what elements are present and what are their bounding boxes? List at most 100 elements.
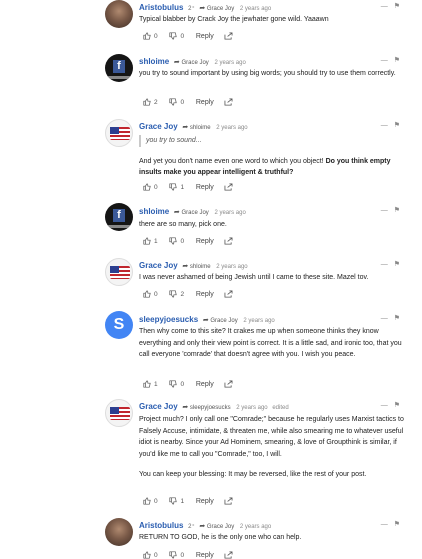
author-name[interactable]: Aristobulus	[139, 521, 183, 530]
thumbs-down-icon	[169, 497, 178, 505]
edited-label: edited	[272, 405, 289, 411]
downvote-button[interactable]: 0	[169, 237, 184, 245]
avatar[interactable]	[105, 0, 133, 28]
avatar[interactable]	[105, 119, 133, 147]
upvote-button[interactable]: 2	[143, 98, 158, 106]
reply-button[interactable]: Reply	[196, 291, 214, 298]
reply-button[interactable]: Reply	[196, 552, 214, 559]
reply-to[interactable]: ➦ Grace Joy	[199, 523, 234, 530]
timestamp[interactable]: 2 years ago	[240, 524, 271, 530]
timestamp[interactable]: 2 years ago	[216, 125, 247, 131]
author-name[interactable]: shloime	[139, 207, 169, 216]
reply-to[interactable]: ➦ Grace Joy	[203, 317, 238, 324]
comment-text: I was never ashamed of being Jewish unti…	[139, 274, 369, 281]
author-name[interactable]: Aristobulus	[139, 3, 183, 12]
collapse-icon[interactable]: —	[381, 122, 394, 129]
collapse-icon[interactable]: —	[381, 261, 394, 268]
upvote-button[interactable]: 0	[143, 551, 158, 559]
share-icon	[224, 551, 233, 559]
flag-icon[interactable]: ⚑	[394, 3, 406, 10]
comment-actions: 1 0 Reply	[143, 380, 233, 388]
reply-to[interactable]: ➦ sleepyjoesucks	[182, 404, 230, 411]
flag-icon[interactable]: ⚑	[394, 261, 406, 268]
share-button[interactable]	[224, 380, 233, 388]
upvote-button[interactable]: 0	[143, 32, 158, 40]
flag-icon[interactable]: ⚑	[394, 57, 406, 64]
author-name[interactable]: Grace Joy	[139, 122, 178, 131]
flag-icon[interactable]: ⚑	[394, 315, 406, 322]
downvote-button[interactable]: 0	[169, 32, 184, 40]
downvote-button[interactable]: 2	[169, 290, 184, 298]
downvote-button[interactable]: 1	[169, 183, 184, 191]
comment-controls: —⚑	[381, 206, 406, 214]
thumbs-up-icon	[143, 290, 151, 298]
collapse-icon[interactable]: —	[381, 3, 394, 10]
timestamp[interactable]: 2 years ago	[240, 6, 271, 12]
collapse-icon[interactable]: —	[381, 207, 394, 214]
upvote-button[interactable]: 0	[143, 497, 158, 505]
timestamp[interactable]: 2 years ago	[236, 405, 267, 411]
author-name[interactable]: shloime	[139, 57, 169, 66]
downvote-button[interactable]: 0	[169, 551, 184, 559]
share-icon	[224, 183, 233, 191]
comment-controls: —⚑	[381, 121, 406, 129]
share-button[interactable]	[224, 497, 233, 505]
flag-icon[interactable]: ⚑	[394, 521, 406, 528]
reply-arrow-icon: ➦	[199, 5, 206, 12]
collapse-icon[interactable]: —	[381, 521, 394, 528]
collapse-icon[interactable]: —	[381, 315, 394, 322]
reply-to[interactable]: ➦ Grace Joy	[173, 209, 209, 216]
upvote-button[interactable]: 0	[143, 290, 158, 298]
comment-actions: 2 0 Reply	[143, 98, 233, 106]
reply-button[interactable]: Reply	[196, 238, 214, 245]
avatar[interactable]	[105, 518, 133, 546]
timestamp[interactable]: 2 years ago	[214, 60, 245, 66]
flag-icon[interactable]: ⚑	[394, 207, 406, 214]
share-icon	[224, 237, 233, 245]
downvote-button[interactable]: 0	[169, 380, 184, 388]
flag-icon[interactable]: ⚑	[394, 122, 406, 129]
reply-button[interactable]: Reply	[196, 498, 214, 505]
upvote-button[interactable]: 0	[143, 183, 158, 191]
upvote-button[interactable]: 1	[143, 237, 158, 245]
comment-text: Typical blabber by Crack Joy the jewhate…	[139, 16, 329, 23]
avatar[interactable]: f	[105, 54, 133, 82]
author-name[interactable]: sleepyjoesucks	[139, 315, 198, 324]
reply-arrow-icon: ➦	[173, 59, 180, 66]
reply-button[interactable]: Reply	[196, 33, 214, 40]
share-button[interactable]	[224, 98, 233, 106]
share-button[interactable]	[224, 290, 233, 298]
reply-to[interactable]: ➦ Grace Joy	[173, 59, 209, 66]
comment-paragraph: You can keep your blessing: It may be re…	[139, 471, 367, 478]
collapse-icon[interactable]: —	[381, 57, 394, 64]
share-button[interactable]	[224, 237, 233, 245]
comment-text: you try to sound important by using big …	[139, 70, 396, 77]
thumbs-down-icon	[169, 380, 178, 388]
avatar[interactable]	[105, 399, 133, 427]
avatar[interactable]	[105, 258, 133, 286]
avatar[interactable]: f	[105, 203, 133, 231]
reply-arrow-icon: ➦	[173, 209, 180, 216]
flag-icon[interactable]: ⚑	[394, 402, 406, 409]
reply-button[interactable]: Reply	[196, 99, 214, 106]
upvote-button[interactable]: 1	[143, 380, 158, 388]
reply-to[interactable]: ➦ shloime	[182, 124, 210, 131]
reply-to[interactable]: ➦ shloime	[182, 263, 210, 270]
author-name[interactable]: Grace Joy	[139, 402, 178, 411]
thumbs-up-icon	[143, 380, 151, 388]
facebook-icon: f	[113, 60, 125, 73]
avatar[interactable]: S	[105, 311, 133, 339]
reply-to[interactable]: ➦ Grace Joy	[199, 5, 234, 12]
timestamp[interactable]: 2 years ago	[214, 210, 245, 216]
author-name[interactable]: Grace Joy	[139, 261, 178, 270]
collapse-icon[interactable]: —	[381, 402, 394, 409]
timestamp[interactable]: 2 years ago	[216, 264, 247, 270]
share-button[interactable]	[224, 551, 233, 559]
downvote-button[interactable]: 0	[169, 98, 184, 106]
reply-button[interactable]: Reply	[196, 381, 214, 388]
reply-button[interactable]: Reply	[196, 184, 214, 191]
timestamp[interactable]: 2 years ago	[243, 318, 274, 324]
share-button[interactable]	[224, 183, 233, 191]
downvote-button[interactable]: 1	[169, 497, 184, 505]
share-button[interactable]	[224, 32, 233, 40]
